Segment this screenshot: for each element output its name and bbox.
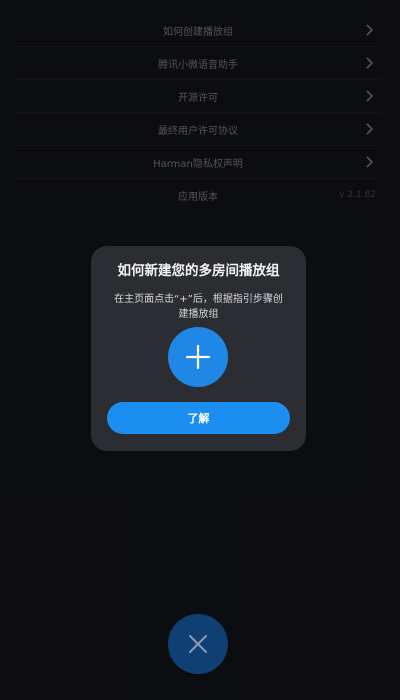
plus-icon	[185, 344, 211, 370]
close-button[interactable]	[168, 614, 228, 674]
screen: 如何创建播放组 腾讯小微语音助手 开源许可 最终用户许可协议 Harman隐私权…	[0, 0, 400, 700]
dialog-title: 如何新建您的多房间播放组	[117, 263, 280, 279]
close-icon	[189, 635, 207, 653]
dialog-body: 在主页面点击“+”后，根据指引步骤创建播放组	[114, 294, 283, 320]
create-group-dialog: 如何新建您的多房间播放组 在主页面点击“+”后，根据指引步骤创建播放组 了解	[91, 246, 306, 451]
got-it-button[interactable]: 了解	[107, 402, 290, 434]
add-circle	[168, 327, 228, 387]
